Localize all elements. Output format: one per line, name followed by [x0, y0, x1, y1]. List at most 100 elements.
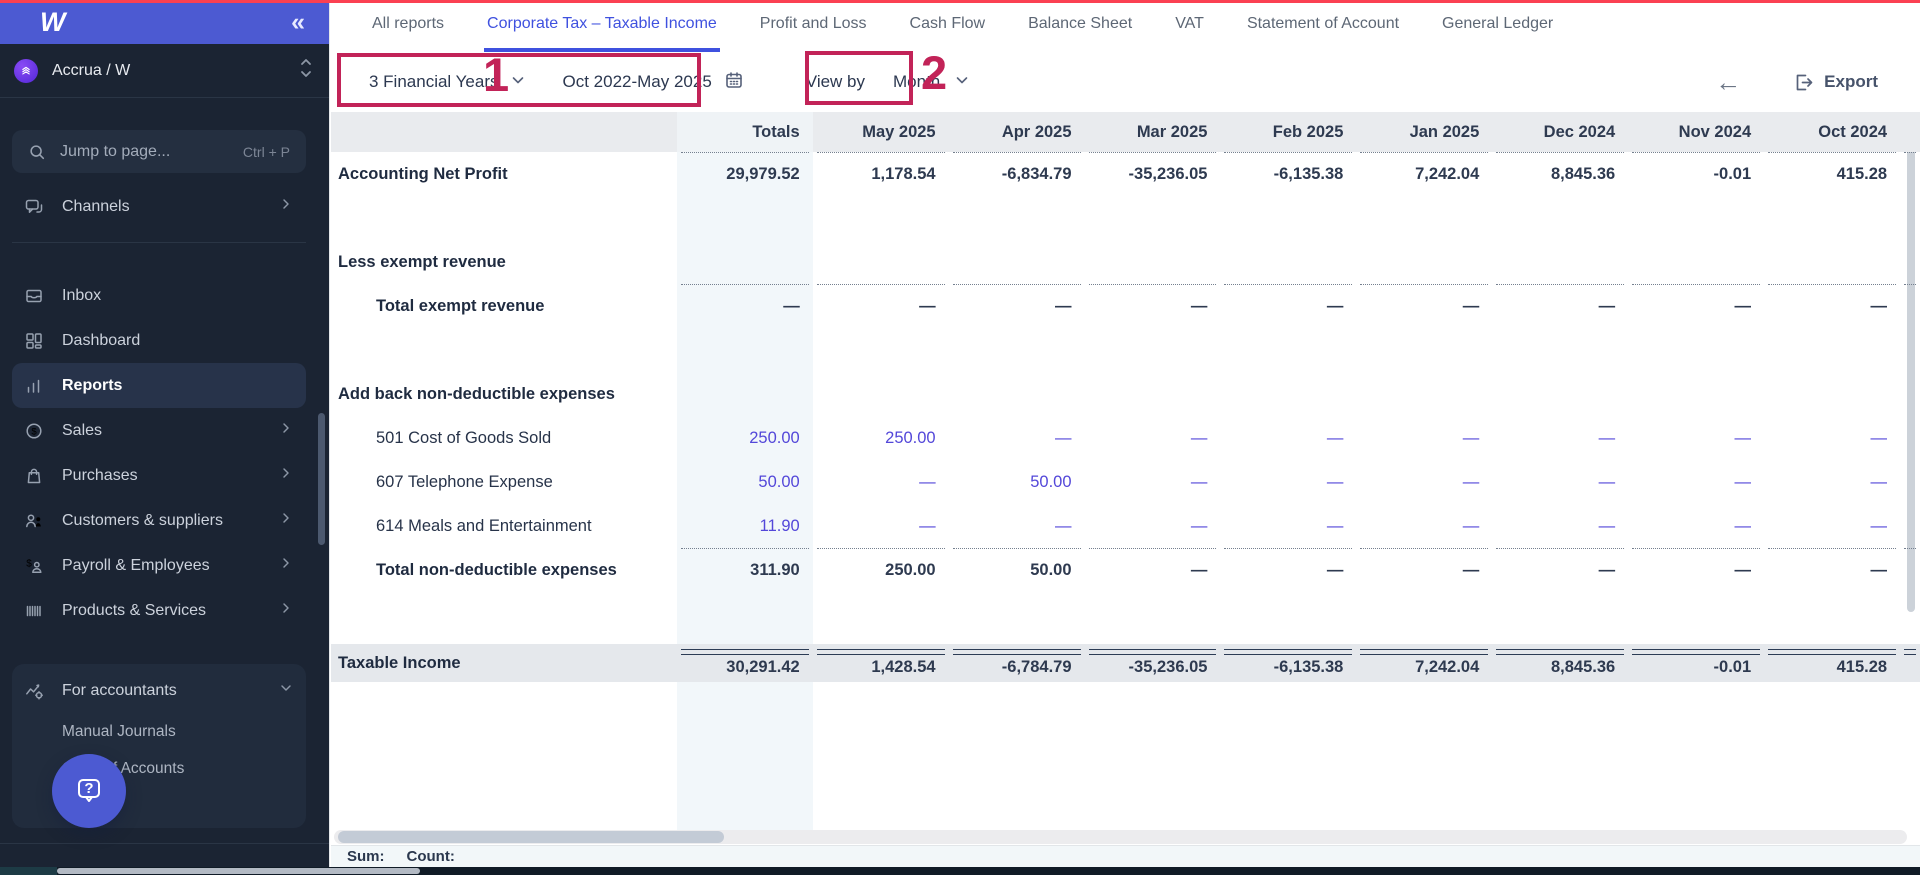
sidebar-item-products-services[interactable]: Products & Services — [12, 588, 306, 633]
date-range-picker[interactable]: Oct 2022-May 2025 — [562, 70, 743, 95]
value-cell — [1356, 372, 1492, 416]
partial-column-cell — [1900, 284, 1920, 328]
drilldown-value-cell[interactable]: 250.00 — [813, 416, 949, 460]
drilldown-value-cell[interactable]: — — [949, 504, 1085, 548]
sidebar-item-purchases[interactable]: Purchases — [12, 453, 306, 498]
drilldown-value-cell[interactable]: — — [1492, 460, 1628, 504]
tab-general-ledger[interactable]: General Ledger — [1439, 0, 1556, 52]
drilldown-value-cell[interactable]: — — [1220, 416, 1356, 460]
recording-indicator-line — [0, 0, 1920, 3]
sidebar-item-reports[interactable]: Reports — [12, 363, 306, 408]
value-cell: — — [1492, 284, 1628, 328]
sidebar-collapse-icon[interactable]: « — [291, 9, 305, 35]
table-header-spacer — [331, 112, 677, 152]
count-label: Count: — [406, 848, 455, 865]
tab-corporate-tax-taxable-income[interactable]: Corporate Tax – Taxable Income — [484, 0, 720, 52]
value-cell: -0.01 — [1628, 644, 1764, 682]
accountants-icon — [24, 681, 44, 701]
sidebar-item-label: Purchases — [62, 466, 138, 484]
sidebar-item-sales[interactable]: $ Sales — [12, 408, 306, 453]
sidebar-item-payroll-employees[interactable]: $ Payroll & Employees — [12, 543, 306, 588]
drilldown-value-cell[interactable]: — — [1356, 460, 1492, 504]
app-logo: W — [40, 6, 66, 37]
drilldown-value-cell[interactable]: 11.90 — [677, 504, 813, 548]
drilldown-value-cell[interactable]: — — [1492, 504, 1628, 548]
sidebar-item-label: Channels — [62, 197, 130, 215]
sidebar-subitem-manual-journals[interactable]: Manual Journals — [12, 713, 306, 750]
column-header-nov-2024: Nov 2024 — [1678, 122, 1752, 141]
export-button[interactable]: Export — [1793, 72, 1878, 93]
drilldown-value-cell[interactable]: 250.00 — [677, 416, 813, 460]
value-cell: — — [1356, 284, 1492, 328]
drilldown-value-cell[interactable]: 50.00 — [677, 460, 813, 504]
value-cell: — — [1492, 548, 1628, 592]
drilldown-value-cell[interactable]: — — [1764, 504, 1900, 548]
sidebar-item-dashboard[interactable]: Dashboard — [12, 318, 306, 363]
sidebar-item-for-accountants[interactable]: For accountants — [12, 668, 306, 713]
sidebar-scrollbar[interactable] — [318, 413, 325, 545]
sidebar-nav: Channels Inbox Dashboard Reports $ Sales Purch… — [12, 184, 306, 633]
sidebar: W « Accrua / W Jump to page... Ctrl + P … — [0, 0, 330, 875]
tab-cash-flow[interactable]: Cash Flow — [907, 0, 989, 52]
window-scrollbar-thumb[interactable] — [57, 868, 420, 874]
value-cell — [1356, 240, 1492, 284]
sidebar-header: W « — [0, 0, 329, 44]
workspace-selector[interactable]: Accrua / W — [0, 44, 329, 98]
horizontal-scrollbar-thumb[interactable] — [338, 831, 724, 843]
value-cell: — — [1356, 548, 1492, 592]
tab-balance-sheet[interactable]: Balance Sheet — [1025, 0, 1135, 52]
tab-profit-and-loss[interactable]: Profit and Loss — [757, 0, 870, 52]
value-cell: -35,236.05 — [1085, 644, 1221, 682]
view-by-dropdown[interactable]: Month — [893, 70, 972, 95]
workspace-switch-icon — [297, 55, 315, 86]
drilldown-value-cell[interactable]: — — [1628, 460, 1764, 504]
value-cell — [1492, 240, 1628, 284]
drilldown-value-cell[interactable]: — — [949, 416, 1085, 460]
tab-all-reports[interactable]: All reports — [369, 0, 447, 52]
tab-statement-of-account[interactable]: Statement of Account — [1244, 0, 1402, 52]
partial-column-cell — [1900, 416, 1920, 460]
sidebar-item-channels[interactable]: Channels — [12, 184, 306, 229]
value-cell — [813, 372, 949, 416]
drilldown-value-cell[interactable]: — — [1492, 416, 1628, 460]
column-header-may-2025: May 2025 — [862, 122, 936, 141]
drilldown-value-cell[interactable]: — — [1764, 416, 1900, 460]
sidebar-item-inbox[interactable]: Inbox — [12, 273, 306, 318]
period-selector[interactable]: 3 Financial Years — [369, 70, 528, 95]
drilldown-value-cell[interactable]: — — [1220, 504, 1356, 548]
value-cell: -35,236.05 — [1085, 152, 1221, 196]
row-label: 607 Telephone Expense — [376, 472, 553, 491]
drilldown-value-cell[interactable]: — — [813, 504, 949, 548]
back-arrow-button[interactable]: ← — [1715, 69, 1741, 95]
drilldown-value-cell[interactable]: — — [1764, 460, 1900, 504]
partial-column-cell — [1900, 548, 1920, 592]
drilldown-value-cell[interactable]: — — [1085, 460, 1221, 504]
value-cell: — — [1085, 548, 1221, 592]
drilldown-value-cell[interactable]: — — [1085, 504, 1221, 548]
jump-to-page-search[interactable]: Jump to page... Ctrl + P — [12, 130, 306, 173]
drilldown-value-cell[interactable]: — — [1356, 416, 1492, 460]
drilldown-value-cell[interactable]: — — [1628, 504, 1764, 548]
chevron-down-icon — [508, 70, 528, 95]
help-button[interactable]: ? — [52, 754, 126, 828]
partial-column-cell — [1900, 152, 1920, 196]
drilldown-value-cell[interactable]: — — [1628, 416, 1764, 460]
drilldown-value-cell[interactable]: — — [1356, 504, 1492, 548]
partial-column-cell — [1900, 460, 1920, 504]
column-header-totals: Totals — [676, 112, 813, 152]
value-cell — [1628, 240, 1764, 284]
value-cell — [949, 372, 1085, 416]
drilldown-value-cell[interactable]: — — [1220, 460, 1356, 504]
column-header-oct-2024: Oct 2024 — [1818, 122, 1888, 141]
value-cell: — — [1628, 284, 1764, 328]
drilldown-value-cell[interactable]: — — [1085, 416, 1221, 460]
drilldown-value-cell[interactable]: 50.00 — [949, 460, 1085, 504]
table-row-taxable-income: Taxable Income 30,291.42 1,428.54 -6,784.79… — [331, 644, 1920, 682]
drilldown-value-cell[interactable]: — — [813, 460, 949, 504]
row-label: Accounting Net Profit — [338, 164, 508, 183]
tab-vat[interactable]: VAT — [1172, 0, 1207, 52]
value-cell — [1220, 240, 1356, 284]
value-cell: 7,242.04 — [1356, 152, 1492, 196]
value-cell: — — [1085, 284, 1221, 328]
sidebar-item-customers-suppliers[interactable]: Customers & suppliers — [12, 498, 306, 543]
